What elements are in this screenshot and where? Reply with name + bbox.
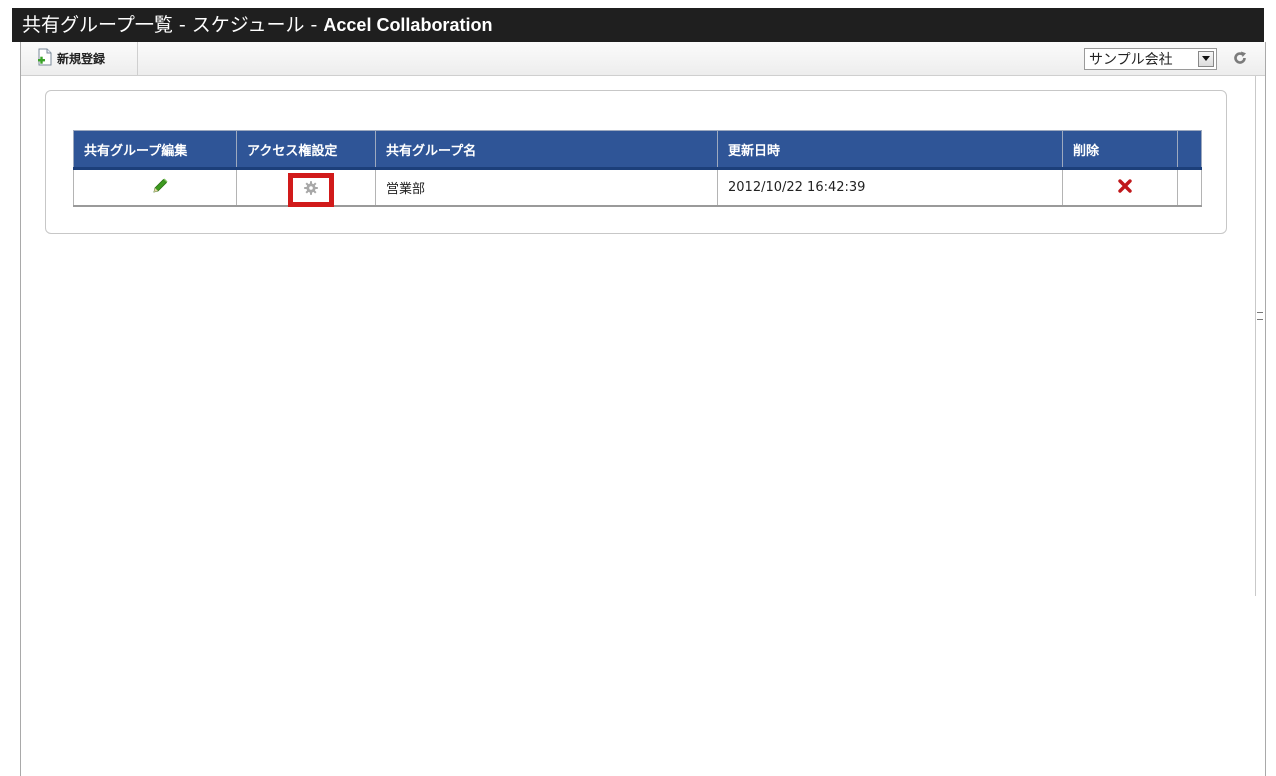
updated-at-cell: 2012/10/22 16:42:39 — [717, 168, 1063, 207]
scrollbar-thumb[interactable] — [1255, 76, 1264, 596]
company-select-value: サンプル会社 — [1089, 52, 1173, 68]
access-cell — [236, 168, 376, 207]
column-header-access: アクセス権設定 — [236, 130, 376, 170]
company-select[interactable]: サンプル会社 — [1084, 48, 1217, 70]
window-title-bar: 共有グループ一覧 - スケジュール - Accel Collaboration — [12, 8, 1264, 42]
vertical-scrollbar[interactable] — [1255, 76, 1265, 776]
access-setting-highlight — [288, 172, 334, 207]
spacer-cell — [1177, 168, 1202, 207]
new-register-label: 新規登録 — [57, 52, 106, 66]
group-name-cell: 営業部 — [375, 168, 718, 207]
app-frame: 新規登録 サンプル会社 共有グループ編集 アクセス権設定 共有グループ名 更新日… — [20, 42, 1266, 776]
scrollbar-grip-icon — [1257, 312, 1263, 320]
edit-cell — [73, 168, 237, 207]
table-row: 営業部 2012/10/22 16:42:39 — [73, 168, 1202, 207]
column-header-updated: 更新日時 — [717, 130, 1063, 170]
refresh-button[interactable] — [1229, 48, 1251, 70]
delete-x-icon[interactable] — [1118, 178, 1132, 197]
new-register-button[interactable]: 新規登録 — [21, 42, 138, 75]
column-header-delete: 削除 — [1062, 130, 1178, 170]
toolbar: 新規登録 サンプル会社 — [21, 42, 1265, 76]
delete-cell — [1062, 168, 1178, 207]
column-header-edit: 共有グループ編集 — [73, 130, 237, 170]
refresh-icon — [1233, 50, 1247, 69]
window-title-prefix: 共有グループ一覧 - スケジュール - — [22, 14, 324, 36]
column-header-spacer — [1177, 130, 1202, 170]
new-document-icon — [37, 48, 53, 69]
column-header-name: 共有グループ名 — [375, 130, 718, 170]
gear-icon[interactable] — [304, 180, 318, 199]
chevron-down-icon[interactable] — [1198, 51, 1214, 67]
shared-group-panel: 共有グループ編集 アクセス権設定 共有グループ名 更新日時 削除 営業部 201… — [45, 90, 1227, 234]
window-title-app: Accel Collaboration — [323, 15, 493, 35]
pencil-icon[interactable] — [151, 177, 169, 199]
table-header-row: 共有グループ編集 アクセス権設定 共有グループ名 更新日時 削除 — [73, 130, 1202, 170]
shared-group-table: 共有グループ編集 アクセス権設定 共有グループ名 更新日時 削除 営業部 201… — [73, 130, 1202, 207]
